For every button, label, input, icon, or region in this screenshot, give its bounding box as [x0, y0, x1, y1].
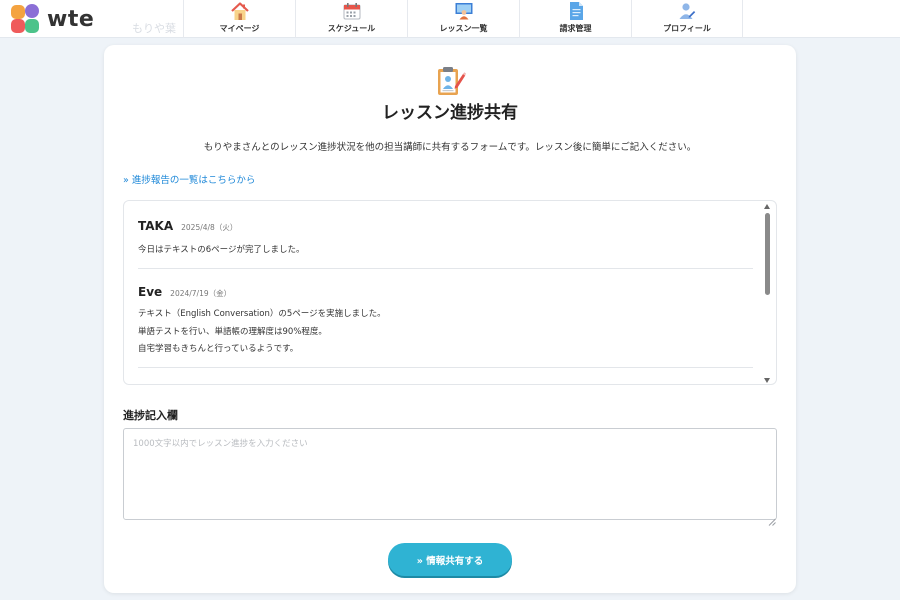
main-nav: マイページ スケジュール レッスン一覧 請求管理 プロフィール	[183, 0, 743, 38]
scroll-down-arrow-icon[interactable]	[764, 378, 770, 383]
nav-item-billing[interactable]: 請求管理	[519, 0, 631, 38]
report-list-link[interactable]: » 進捗報告の一覧はこちらから	[123, 172, 255, 186]
ghost-username: もりや葉	[132, 22, 176, 35]
logo-mark-icon	[10, 4, 42, 34]
report-item: Eve 2024/7/19（金） テキスト（English Conversati…	[138, 269, 753, 368]
report-date: 2025/4/8（火）	[181, 223, 238, 232]
progress-textarea[interactable]	[123, 428, 777, 520]
nav-item-lessons[interactable]: レッスン一覧	[407, 0, 519, 38]
resize-grip-icon[interactable]	[768, 511, 776, 526]
report-author: TAKA	[138, 219, 174, 233]
report-line: 今日はテキストの6ページが完了しました。	[138, 245, 305, 255]
calendar-icon	[341, 1, 363, 21]
report-line: 単語テストを行い、単語帳の理解度は90%程度。	[138, 326, 327, 337]
scroll-thumb[interactable]	[765, 213, 770, 295]
house-icon	[229, 1, 251, 21]
nav-item-mypage[interactable]: マイページ	[183, 0, 295, 38]
top-header: wte もりや葉 マイページ スケジュール レッスン一覧 請求管理 プロフィール	[0, 0, 900, 38]
nav-label: スケジュール	[327, 24, 376, 33]
share-info-button[interactable]: » 情報共有する	[388, 543, 512, 576]
report-list-scrollbar[interactable]	[760, 201, 776, 384]
report-item: TAKA 2025/4/8（火） 今日はテキストの6ページが完了しました。	[138, 201, 753, 269]
progress-share-card: レッスン進捗共有 もりやまさんとのレッスン進捗状況を他の担当講師に共有するフォー…	[104, 45, 796, 593]
report-date: 2024/7/19（金）	[170, 289, 232, 298]
nav-label: マイページ	[219, 24, 260, 33]
clipboard-icon	[434, 65, 466, 97]
teacher-icon	[453, 1, 475, 21]
report-body: テキスト（English Conversation）の5ページを実施しました。 …	[138, 306, 386, 359]
logo-text: wte	[47, 6, 95, 32]
user-icon	[676, 1, 698, 21]
wte-logo[interactable]: wte	[10, 4, 105, 34]
document-icon	[565, 1, 587, 21]
progress-input-label: 進捗記入欄	[123, 409, 178, 422]
scroll-up-arrow-icon[interactable]	[764, 204, 770, 209]
nav-item-schedule[interactable]: スケジュール	[295, 0, 407, 38]
nav-label: レッスン一覧	[439, 24, 488, 33]
report-line: テキスト（English Conversation）の5ページを実施しました。	[138, 309, 386, 319]
progress-report-list[interactable]: TAKA 2025/4/8（火） 今日はテキストの6ページが完了しました。 Ev…	[123, 200, 777, 385]
report-line: 自宅学習もきちんと行っているようです。	[138, 344, 299, 354]
report-body: 今日はテキストの6ページが完了しました。	[138, 242, 305, 260]
report-author: Eve	[138, 285, 163, 299]
page-title: レッスン進捗共有	[382, 103, 518, 123]
nav-label: 請求管理	[559, 24, 592, 33]
nav-item-profile[interactable]: プロフィール	[631, 0, 743, 38]
page-description: もりやまさんとのレッスン進捗状況を他の担当講師に共有するフォームです。レッスン後…	[203, 142, 697, 153]
nav-label: プロフィール	[663, 24, 711, 33]
